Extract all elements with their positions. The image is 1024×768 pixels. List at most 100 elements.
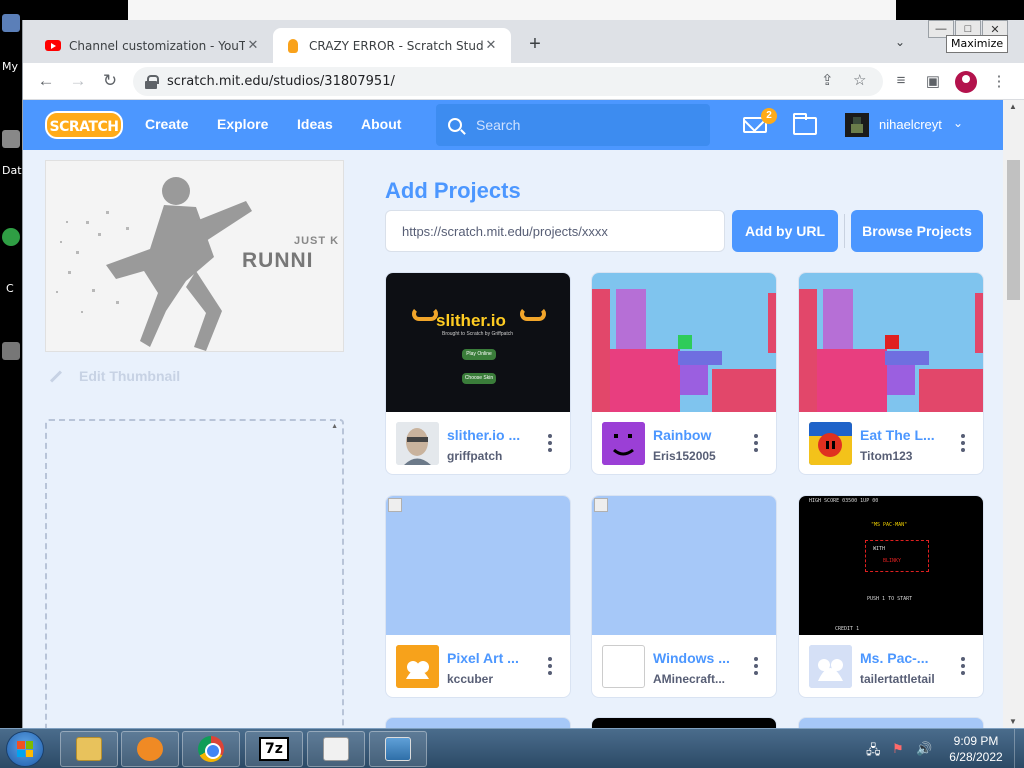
nav-create[interactable]: Create (145, 116, 189, 132)
clock-date[interactable]: 6/28/2022 (944, 750, 1008, 764)
avatar[interactable] (809, 422, 852, 465)
pencil-icon (49, 369, 63, 383)
project-thumbnail[interactable] (592, 496, 776, 635)
taskbar-chrome[interactable] (182, 731, 240, 767)
tab-youtube[interactable]: Channel customization - YouTube ✕ (33, 28, 273, 63)
project-title[interactable]: Rainbow (653, 427, 737, 443)
taskbar-7zip[interactable]: 7z (245, 731, 303, 767)
project-thumbnail[interactable]: slither.io Brought to Scratch by Griffpa… (386, 273, 570, 412)
project-card[interactable]: slither.io Brought to Scratch by Griffpa… (385, 272, 571, 475)
project-title[interactable]: slither.io ... (447, 427, 531, 443)
close-icon[interactable]: ✕ (245, 38, 261, 53)
scrollbar-thumb[interactable] (1007, 160, 1020, 300)
project-card[interactable] (591, 717, 777, 728)
search-input[interactable]: Search (436, 104, 710, 146)
project-thumbnail[interactable] (799, 273, 983, 412)
avatar[interactable] (602, 422, 645, 465)
close-icon[interactable]: ✕ (483, 38, 499, 53)
profile-avatar[interactable] (955, 71, 977, 93)
forward-arrow-icon[interactable]: → (67, 71, 89, 93)
project-author[interactable]: griffpatch (447, 449, 531, 463)
project-card[interactable] (798, 717, 984, 728)
edit-thumbnail-button[interactable]: Edit Thumbnail (49, 368, 180, 384)
project-title[interactable]: Pixel Art ... (447, 650, 531, 666)
clock-time[interactable]: 9:09 PM (948, 734, 1004, 748)
scratch-icon (285, 38, 301, 54)
more-options-icon[interactable] (748, 431, 764, 455)
project-title[interactable]: Windows ... (653, 650, 737, 666)
project-thumbnail[interactable]: HIGH SCORE 03500 1UP 00 "MS PAC-MAN" WIT… (799, 496, 983, 635)
new-tab-button[interactable]: + (523, 33, 547, 57)
folder-icon (76, 737, 102, 761)
reading-list-icon[interactable]: ≡ (891, 72, 911, 92)
scroll-down-icon[interactable]: ▼ (1009, 717, 1017, 726)
project-author[interactable]: kccuber (447, 672, 531, 686)
browse-projects-button[interactable]: Browse Projects (851, 210, 983, 252)
page-scrollbar[interactable]: ▲ ▼ (1003, 100, 1024, 728)
tab-scratch-studio[interactable]: CRAZY ERROR - Scratch Studio ✕ (273, 28, 511, 63)
project-card[interactable]: Pixel Art ... kccuber (385, 495, 571, 698)
user-avatar[interactable] (845, 113, 869, 137)
nav-about[interactable]: About (361, 116, 401, 132)
chevron-down-icon[interactable]: ⌄ (895, 35, 905, 49)
pacman-ghost-name: BLINKY (883, 558, 902, 564)
project-thumbnail[interactable] (592, 273, 776, 412)
nav-ideas[interactable]: Ideas (297, 116, 333, 132)
back-arrow-icon[interactable]: ← (35, 71, 57, 93)
project-title[interactable]: Eat The L... (860, 427, 944, 443)
chrome-icon (198, 736, 224, 762)
bookmark-star-icon[interactable]: ☆ (853, 71, 866, 89)
address-bar[interactable]: scratch.mit.edu/studios/31807951/ (133, 67, 883, 96)
show-desktop-button[interactable] (1014, 729, 1024, 768)
more-options-icon[interactable] (542, 431, 558, 455)
thumbnail-title: RUNNI (242, 249, 314, 272)
volume-icon[interactable]: 🔊 (916, 741, 932, 757)
pacman-credit: CREDIT 1 (835, 626, 860, 632)
start-button[interactable] (6, 731, 44, 767)
taskbar-explorer[interactable] (60, 731, 118, 767)
taskbar-media-player[interactable] (121, 731, 179, 767)
scroll-up-icon[interactable]: ▲ (1009, 102, 1017, 111)
taskbar-photo-viewer[interactable] (369, 731, 427, 767)
desktop-icon-computer[interactable] (2, 14, 20, 32)
project-author[interactable]: AMinecraft... (653, 672, 737, 686)
side-panel-icon[interactable]: ▣ (923, 72, 943, 92)
project-thumbnail[interactable] (386, 496, 570, 635)
action-center-icon[interactable]: ⚑ (892, 741, 904, 757)
project-title[interactable]: Ms. Pac-... (860, 650, 944, 666)
project-author[interactable]: Titom123 (860, 449, 944, 463)
project-card[interactable]: Windows ... AMinecraft... (591, 495, 777, 698)
desktop-icon-chrome[interactable] (2, 228, 20, 246)
project-url-input[interactable] (385, 210, 725, 252)
nav-explore[interactable]: Explore (217, 116, 268, 132)
project-card[interactable] (385, 717, 571, 728)
project-card[interactable]: Eat The L... Titom123 (798, 272, 984, 475)
project-author[interactable]: tailertattletail (860, 672, 944, 686)
more-options-icon[interactable] (542, 654, 558, 678)
project-card[interactable]: HIGH SCORE 03500 1UP 00 "MS PAC-MAN" WIT… (798, 495, 984, 698)
network-icon[interactable]: 🖧 (866, 741, 881, 763)
scratch-logo[interactable]: SCRATCH (45, 111, 123, 139)
avatar[interactable] (602, 645, 645, 688)
search-placeholder: Search (476, 117, 521, 133)
scroll-up-icon[interactable]: ▲ (331, 423, 338, 430)
avatar[interactable] (809, 645, 852, 688)
studio-description-box[interactable]: ▲ (45, 419, 344, 728)
avatar[interactable] (396, 422, 439, 465)
project-author[interactable]: Eris152005 (653, 449, 737, 463)
desktop-icon-app[interactable] (2, 342, 20, 360)
desktop-icon-data[interactable] (2, 130, 20, 148)
more-options-icon[interactable] (748, 654, 764, 678)
project-card[interactable]: Rainbow Eris152005 (591, 272, 777, 475)
my-stuff-folder-icon[interactable] (793, 113, 817, 135)
more-options-icon[interactable] (955, 431, 971, 455)
chevron-down-icon[interactable]: ⌄ (953, 116, 963, 130)
username[interactable]: nihaelcreyt (879, 117, 942, 132)
avatar[interactable] (396, 645, 439, 688)
share-icon[interactable]: ⇪ (821, 71, 834, 89)
reload-icon[interactable]: ↻ (99, 71, 121, 93)
more-menu-icon[interactable]: ⋮ (989, 72, 1009, 92)
taskbar-notepad[interactable] (307, 731, 365, 767)
add-by-url-button[interactable]: Add by URL (732, 210, 838, 252)
more-options-icon[interactable] (955, 654, 971, 678)
